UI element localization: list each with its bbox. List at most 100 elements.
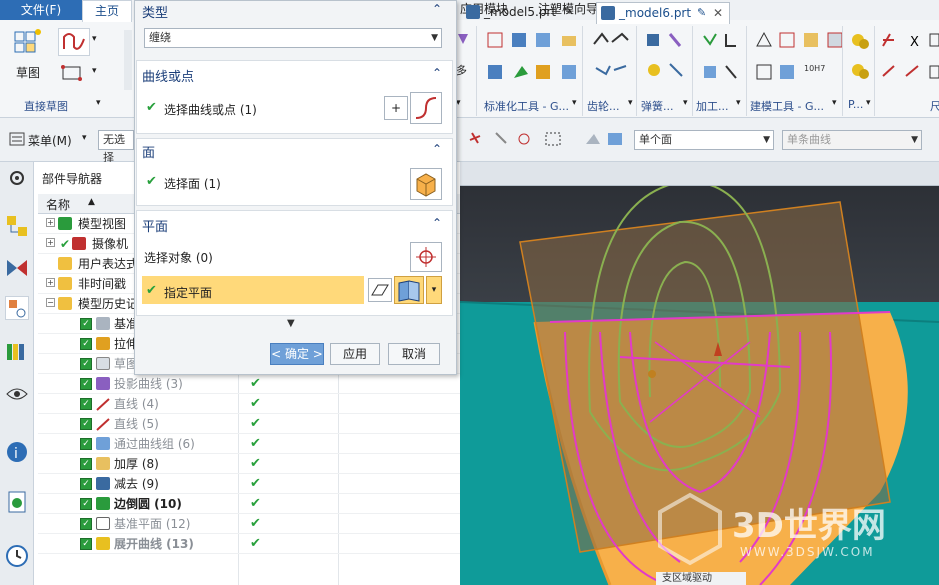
- feature-row[interactable]: ✓ 直线 (5) ✔: [38, 414, 460, 434]
- modeling-tools-row2[interactable]: [754, 62, 846, 82]
- gear-tools[interactable]: [592, 30, 632, 82]
- checkbox[interactable]: ✓: [80, 458, 92, 470]
- chevron-down-icon[interactable]: ▾: [628, 98, 633, 108]
- rectangle-icon[interactable]: [60, 64, 84, 82]
- web-browser-icon[interactable]: [5, 490, 29, 514]
- tab-home[interactable]: 主页: [82, 0, 132, 22]
- tab-file[interactable]: 文件(F): [0, 0, 82, 20]
- chevron-down-icon[interactable]: ▾: [426, 276, 442, 304]
- collapse-icon[interactable]: ⌃: [432, 216, 442, 230]
- edge-blend-icon: [96, 497, 110, 510]
- checkbox[interactable]: ✓: [80, 438, 92, 450]
- plane-dialog-button[interactable]: [368, 278, 392, 302]
- checkbox[interactable]: ✓: [80, 338, 92, 350]
- edit-icon[interactable]: ✎: [697, 3, 706, 23]
- info-icon[interactable]: i: [5, 440, 29, 464]
- point-select-button[interactable]: [410, 242, 442, 272]
- p-tools[interactable]: [850, 30, 872, 82]
- close-icon[interactable]: ✕: [713, 3, 723, 23]
- modeling-tools-row1[interactable]: [754, 30, 846, 50]
- assembly-navigator-icon[interactable]: [5, 214, 29, 238]
- face-select-button[interactable]: [410, 168, 442, 200]
- apply-button[interactable]: 应用: [330, 343, 380, 365]
- chevron-down-icon[interactable]: ▾: [736, 98, 741, 108]
- machining-tools[interactable]: [700, 30, 746, 82]
- chevron-down-icon[interactable]: ▾: [92, 34, 97, 44]
- dimension-tools[interactable]: X: [880, 30, 939, 82]
- datum-plane-icon: [96, 517, 110, 530]
- feature-row[interactable]: ✓ 边倒圆 (10) ✔: [38, 494, 460, 514]
- inferred-plane-button[interactable]: [394, 276, 424, 304]
- feature-row[interactable]: ✓ 直线 (4) ✔: [38, 394, 460, 414]
- curve-rule-combo[interactable]: 单条曲线 ▼: [782, 130, 922, 150]
- expand-icon[interactable]: +: [46, 278, 55, 287]
- chevron-down-icon[interactable]: ▾: [683, 98, 688, 108]
- checkbox[interactable]: ✓: [80, 518, 92, 530]
- standard-tools-row1[interactable]: [486, 30, 582, 50]
- menu-icon[interactable]: [8, 130, 28, 148]
- expand-icon[interactable]: +: [46, 218, 55, 227]
- ribbon-tool-icon[interactable]: [456, 30, 470, 48]
- feature-row[interactable]: ✓ 通过曲线组 (6) ✔: [38, 434, 460, 454]
- curve-rule-value: 单条曲线: [787, 133, 831, 146]
- eye-icon[interactable]: [5, 382, 29, 406]
- more-options-chevron-icon[interactable]: ▼: [287, 318, 295, 329]
- standard-tools-row2[interactable]: [486, 62, 582, 82]
- collapse-icon[interactable]: −: [46, 298, 55, 307]
- checkbox[interactable]: ✓: [80, 498, 92, 510]
- select-object-label[interactable]: 选择对象 (0): [144, 249, 213, 266]
- edit-icon[interactable]: ✎: [564, 2, 573, 22]
- constraint-navigator-icon[interactable]: [5, 256, 29, 280]
- ok-button[interactable]: < 确定 >: [270, 343, 324, 365]
- cancel-button[interactable]: 取消: [388, 343, 440, 365]
- feature-row[interactable]: ✓ 减去 (9) ✔: [38, 474, 460, 494]
- chevron-down-icon[interactable]: ▾: [92, 66, 97, 76]
- checkbox[interactable]: ✓: [80, 318, 92, 330]
- point-dialog-button[interactable]: +: [384, 96, 408, 120]
- chevron-down-icon[interactable]: ▾: [82, 133, 87, 143]
- profile-icon[interactable]: [58, 28, 90, 56]
- select-face-label[interactable]: 选择面 (1): [164, 175, 221, 192]
- fit-tolerance-label[interactable]: 10H7: [804, 64, 825, 73]
- checkbox[interactable]: ✓: [80, 378, 92, 390]
- check-icon: ✔: [250, 516, 261, 531]
- type-filter-combo[interactable]: 无选择: [98, 130, 134, 164]
- more-label[interactable]: 多: [456, 62, 467, 78]
- chevron-down-icon[interactable]: ▾: [832, 98, 837, 108]
- checkbox[interactable]: ✓: [80, 358, 92, 370]
- checkbox[interactable]: ✓: [80, 538, 92, 550]
- snap-tools[interactable]: [466, 128, 626, 150]
- check-icon: ✔: [250, 416, 261, 431]
- sketch-icon[interactable]: [12, 28, 42, 56]
- checkbox[interactable]: ✓: [80, 418, 92, 430]
- separator: [582, 26, 583, 116]
- spring-tools[interactable]: [644, 30, 692, 82]
- subtract-icon: [96, 477, 110, 490]
- chevron-down-icon[interactable]: ▾: [866, 98, 871, 108]
- feature-row[interactable]: ✓ 基准平面 (12) ✔: [38, 514, 460, 534]
- reuse-library-icon[interactable]: [5, 340, 29, 364]
- checkbox[interactable]: ✓: [80, 478, 92, 490]
- expand-icon[interactable]: +: [46, 238, 55, 247]
- type-select[interactable]: 缠绕 ▼: [144, 28, 442, 48]
- collapse-icon[interactable]: ⌃: [432, 2, 442, 16]
- checkbox[interactable]: ✓: [80, 398, 92, 410]
- collapse-icon[interactable]: ⌃: [432, 142, 442, 156]
- gear-icon[interactable]: [5, 166, 29, 190]
- feature-row[interactable]: ✓ 投影曲线 (3) ✔: [38, 374, 460, 394]
- chevron-down-icon[interactable]: ▾: [572, 98, 577, 108]
- collapse-icon[interactable]: ⌃: [432, 66, 442, 80]
- chevron-down-icon[interactable]: ▾: [96, 98, 101, 108]
- curve-select-button[interactable]: [410, 92, 442, 124]
- part-navigator-icon[interactable]: [5, 296, 29, 320]
- column-name[interactable]: 名称: [46, 196, 70, 213]
- clock-icon[interactable]: [5, 544, 29, 568]
- select-curve-label[interactable]: 选择曲线或点 (1): [164, 101, 257, 118]
- tab-model5[interactable]: _model5.prt ✎: [462, 2, 592, 24]
- tab-model6[interactable]: _model6.prt ✎ ✕: [596, 2, 730, 24]
- feature-row[interactable]: ✓ 展开曲线 (13) ✔: [38, 534, 460, 554]
- face-rule-combo[interactable]: 单个面 ▼: [634, 130, 774, 150]
- menu-button[interactable]: 菜单(M): [28, 132, 72, 149]
- sort-up-icon[interactable]: ▲: [88, 197, 95, 207]
- feature-row[interactable]: ✓ 加厚 (8) ✔: [38, 454, 460, 474]
